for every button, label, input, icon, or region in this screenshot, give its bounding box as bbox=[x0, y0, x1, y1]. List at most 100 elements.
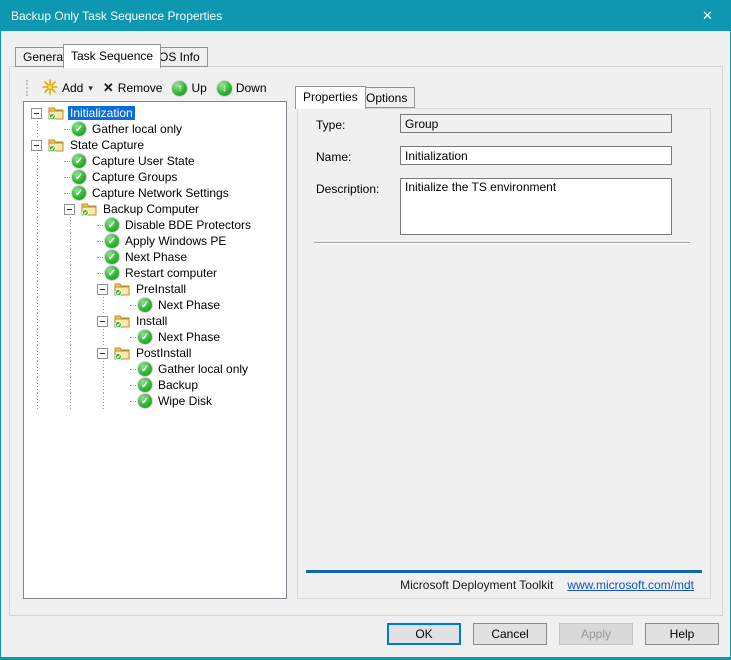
step-check-icon: ✓ bbox=[138, 378, 152, 392]
tree-item[interactable]: ✓ Backup bbox=[27, 377, 286, 393]
tree-guide-line bbox=[97, 377, 130, 393]
tab-properties[interactable]: Properties bbox=[295, 86, 366, 109]
tree-item[interactable]: ✓Next Phase bbox=[27, 297, 286, 313]
collapse-minus-icon[interactable] bbox=[31, 140, 42, 151]
collapse-minus-icon[interactable] bbox=[97, 284, 108, 295]
tree-connector bbox=[130, 369, 138, 370]
tab-options[interactable]: Options bbox=[358, 87, 415, 108]
tree-item[interactable]: ✓ Gather local only bbox=[27, 361, 286, 377]
tree-guide-line bbox=[31, 345, 64, 361]
up-label: Up bbox=[191, 81, 206, 95]
tree-connector bbox=[130, 305, 138, 306]
tree-guide-line bbox=[31, 393, 64, 409]
properties-groupbox: Type: Name: Description: Initialize the … bbox=[297, 108, 711, 599]
remove-button[interactable]: ✕ Remove bbox=[98, 77, 168, 99]
tree-guide-line bbox=[31, 329, 64, 345]
collapse-minus-icon[interactable] bbox=[31, 108, 42, 119]
step-check-icon: ✓ bbox=[138, 394, 152, 408]
collapse-minus-icon[interactable] bbox=[97, 348, 108, 359]
add-starburst-icon bbox=[42, 79, 58, 98]
tree-item[interactable]: ✓Capture Groups bbox=[27, 169, 286, 185]
tree-item-label: Next Phase bbox=[156, 330, 222, 344]
tree-item-label: PreInstall bbox=[134, 282, 188, 296]
tree-item[interactable]: PreInstall bbox=[27, 281, 286, 297]
tree-guide-line bbox=[31, 297, 64, 313]
tree-item[interactable]: PostInstall bbox=[27, 345, 286, 361]
collapse-minus-icon[interactable] bbox=[64, 204, 75, 215]
tree-guide-line bbox=[31, 265, 64, 281]
description-field[interactable]: Initialize the TS environment bbox=[400, 178, 672, 235]
up-arrow-icon: ↑ bbox=[172, 81, 187, 96]
tree-connector bbox=[130, 385, 138, 386]
tree-item[interactable]: ✓Capture User State bbox=[27, 153, 286, 169]
tree-item-label: State Capture bbox=[68, 138, 146, 152]
tree-item[interactable]: Backup Computer bbox=[27, 201, 286, 217]
help-button[interactable]: Help bbox=[645, 623, 719, 645]
name-label: Name: bbox=[316, 150, 351, 164]
tree-connector bbox=[97, 241, 105, 242]
tree-guide-line bbox=[64, 361, 97, 377]
tree-item[interactable]: ✓Apply Windows PE bbox=[27, 233, 286, 249]
tree-item[interactable]: ✓Restart computer bbox=[27, 265, 286, 281]
tree-guide-line bbox=[64, 377, 97, 393]
tree-guide-line bbox=[31, 201, 64, 217]
tree-item-label: Backup bbox=[156, 378, 200, 392]
ok-button[interactable]: OK bbox=[387, 623, 461, 645]
step-check-icon: ✓ bbox=[138, 330, 152, 344]
tree-item[interactable]: ✓Next Phase bbox=[27, 249, 286, 265]
mdt-brand-text: Microsoft Deployment Toolkit bbox=[400, 578, 553, 592]
up-button[interactable]: ↑ Up bbox=[167, 77, 211, 99]
group-folder-icon bbox=[48, 106, 64, 120]
tree-item-label: Capture User State bbox=[90, 154, 197, 168]
tree-item-label: Backup Computer bbox=[101, 202, 201, 216]
name-field[interactable] bbox=[400, 146, 672, 165]
step-check-icon: ✓ bbox=[105, 266, 119, 280]
tree-item[interactable]: ✓Disable BDE Protectors bbox=[27, 217, 286, 233]
dialog-button-row: OK Cancel Apply Help bbox=[1, 623, 730, 647]
titlebar: Backup Only Task Sequence Properties ✕ bbox=[1, 1, 730, 31]
tree-item[interactable]: Initialization bbox=[27, 105, 286, 121]
tree-guide-line bbox=[64, 281, 97, 297]
tree-connector bbox=[64, 193, 72, 194]
step-check-icon: ✓ bbox=[138, 362, 152, 376]
task-tree[interactable]: Initialization ✓ Gather local only State Ca… bbox=[23, 101, 287, 599]
step-check-icon: ✓ bbox=[72, 122, 86, 136]
group-folder-icon bbox=[81, 202, 97, 216]
tree-item[interactable]: ✓ Wipe Disk bbox=[27, 393, 286, 409]
close-icon[interactable]: ✕ bbox=[685, 1, 730, 31]
tree-guide-line bbox=[64, 233, 97, 249]
down-button[interactable]: ↓ Down bbox=[212, 77, 272, 99]
tree-connector bbox=[130, 337, 138, 338]
separator-line bbox=[314, 242, 690, 244]
tree-guide-line bbox=[64, 313, 97, 329]
tree-item[interactable]: State Capture bbox=[27, 137, 286, 153]
apply-button: Apply bbox=[559, 623, 633, 645]
dialog-window: Backup Only Task Sequence Properties ✕ G… bbox=[0, 0, 731, 660]
tree-item-label: Initialization bbox=[68, 106, 135, 120]
tree-connector bbox=[64, 129, 72, 130]
tree-guide-line bbox=[31, 249, 64, 265]
window-title: Backup Only Task Sequence Properties bbox=[11, 1, 222, 31]
tree-connector bbox=[130, 401, 138, 402]
tree-item-label: Capture Network Settings bbox=[90, 186, 231, 200]
tab-task-sequence[interactable]: Task Sequence bbox=[63, 44, 161, 68]
tree-item-label: Gather local only bbox=[156, 362, 250, 376]
tree-item[interactable]: ✓Capture Network Settings bbox=[27, 185, 286, 201]
remove-x-icon: ✕ bbox=[103, 80, 114, 96]
tree-connector bbox=[64, 161, 72, 162]
tree-item-label: Wipe Disk bbox=[156, 394, 214, 408]
tree-guide-line bbox=[31, 217, 64, 233]
tree-item[interactable]: ✓ Next Phase bbox=[27, 329, 286, 345]
tree-guide-line bbox=[31, 377, 64, 393]
tree-item-label: Next Phase bbox=[156, 298, 222, 312]
step-check-icon: ✓ bbox=[105, 218, 119, 232]
tree-guide-line bbox=[64, 249, 97, 265]
mdt-link[interactable]: www.microsoft.com/mdt bbox=[567, 578, 694, 592]
tree-item[interactable]: Install bbox=[27, 313, 286, 329]
tree-guide-line bbox=[97, 329, 130, 345]
cancel-button[interactable]: Cancel bbox=[473, 623, 547, 645]
add-button[interactable]: Add ▾ bbox=[37, 77, 98, 99]
tree-item[interactable]: ✓Gather local only bbox=[27, 121, 286, 137]
down-label: Down bbox=[236, 81, 267, 95]
collapse-minus-icon[interactable] bbox=[97, 316, 108, 327]
